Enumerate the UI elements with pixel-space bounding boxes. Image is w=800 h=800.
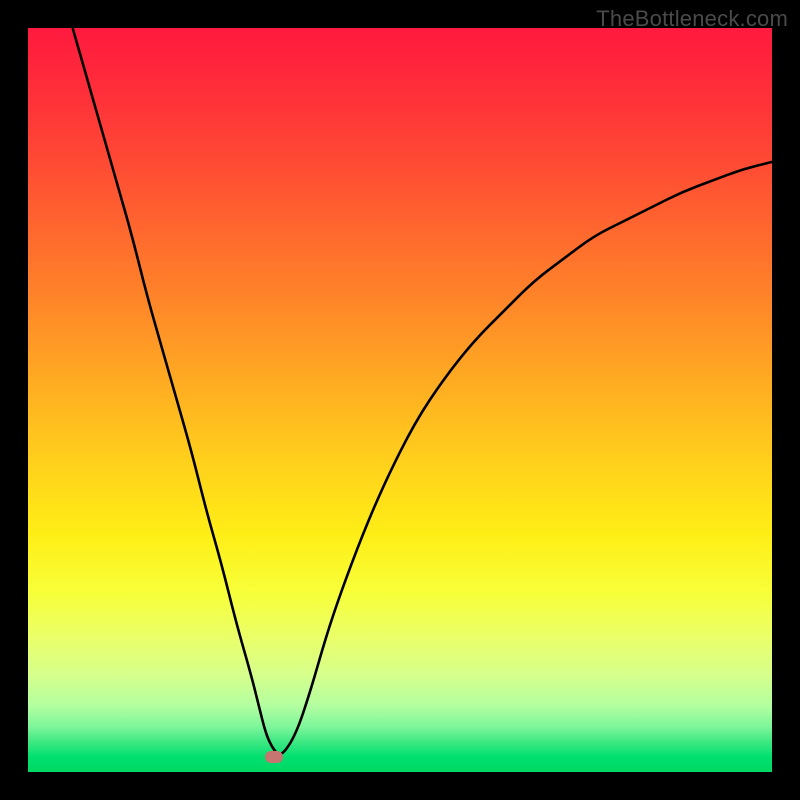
- watermark-text: TheBottleneck.com: [596, 6, 788, 32]
- minimum-marker: [265, 751, 283, 763]
- chart-frame: TheBottleneck.com: [0, 0, 800, 800]
- bottleneck-curve: [28, 28, 772, 772]
- curve-path: [73, 28, 772, 754]
- plot-area: [28, 28, 772, 772]
